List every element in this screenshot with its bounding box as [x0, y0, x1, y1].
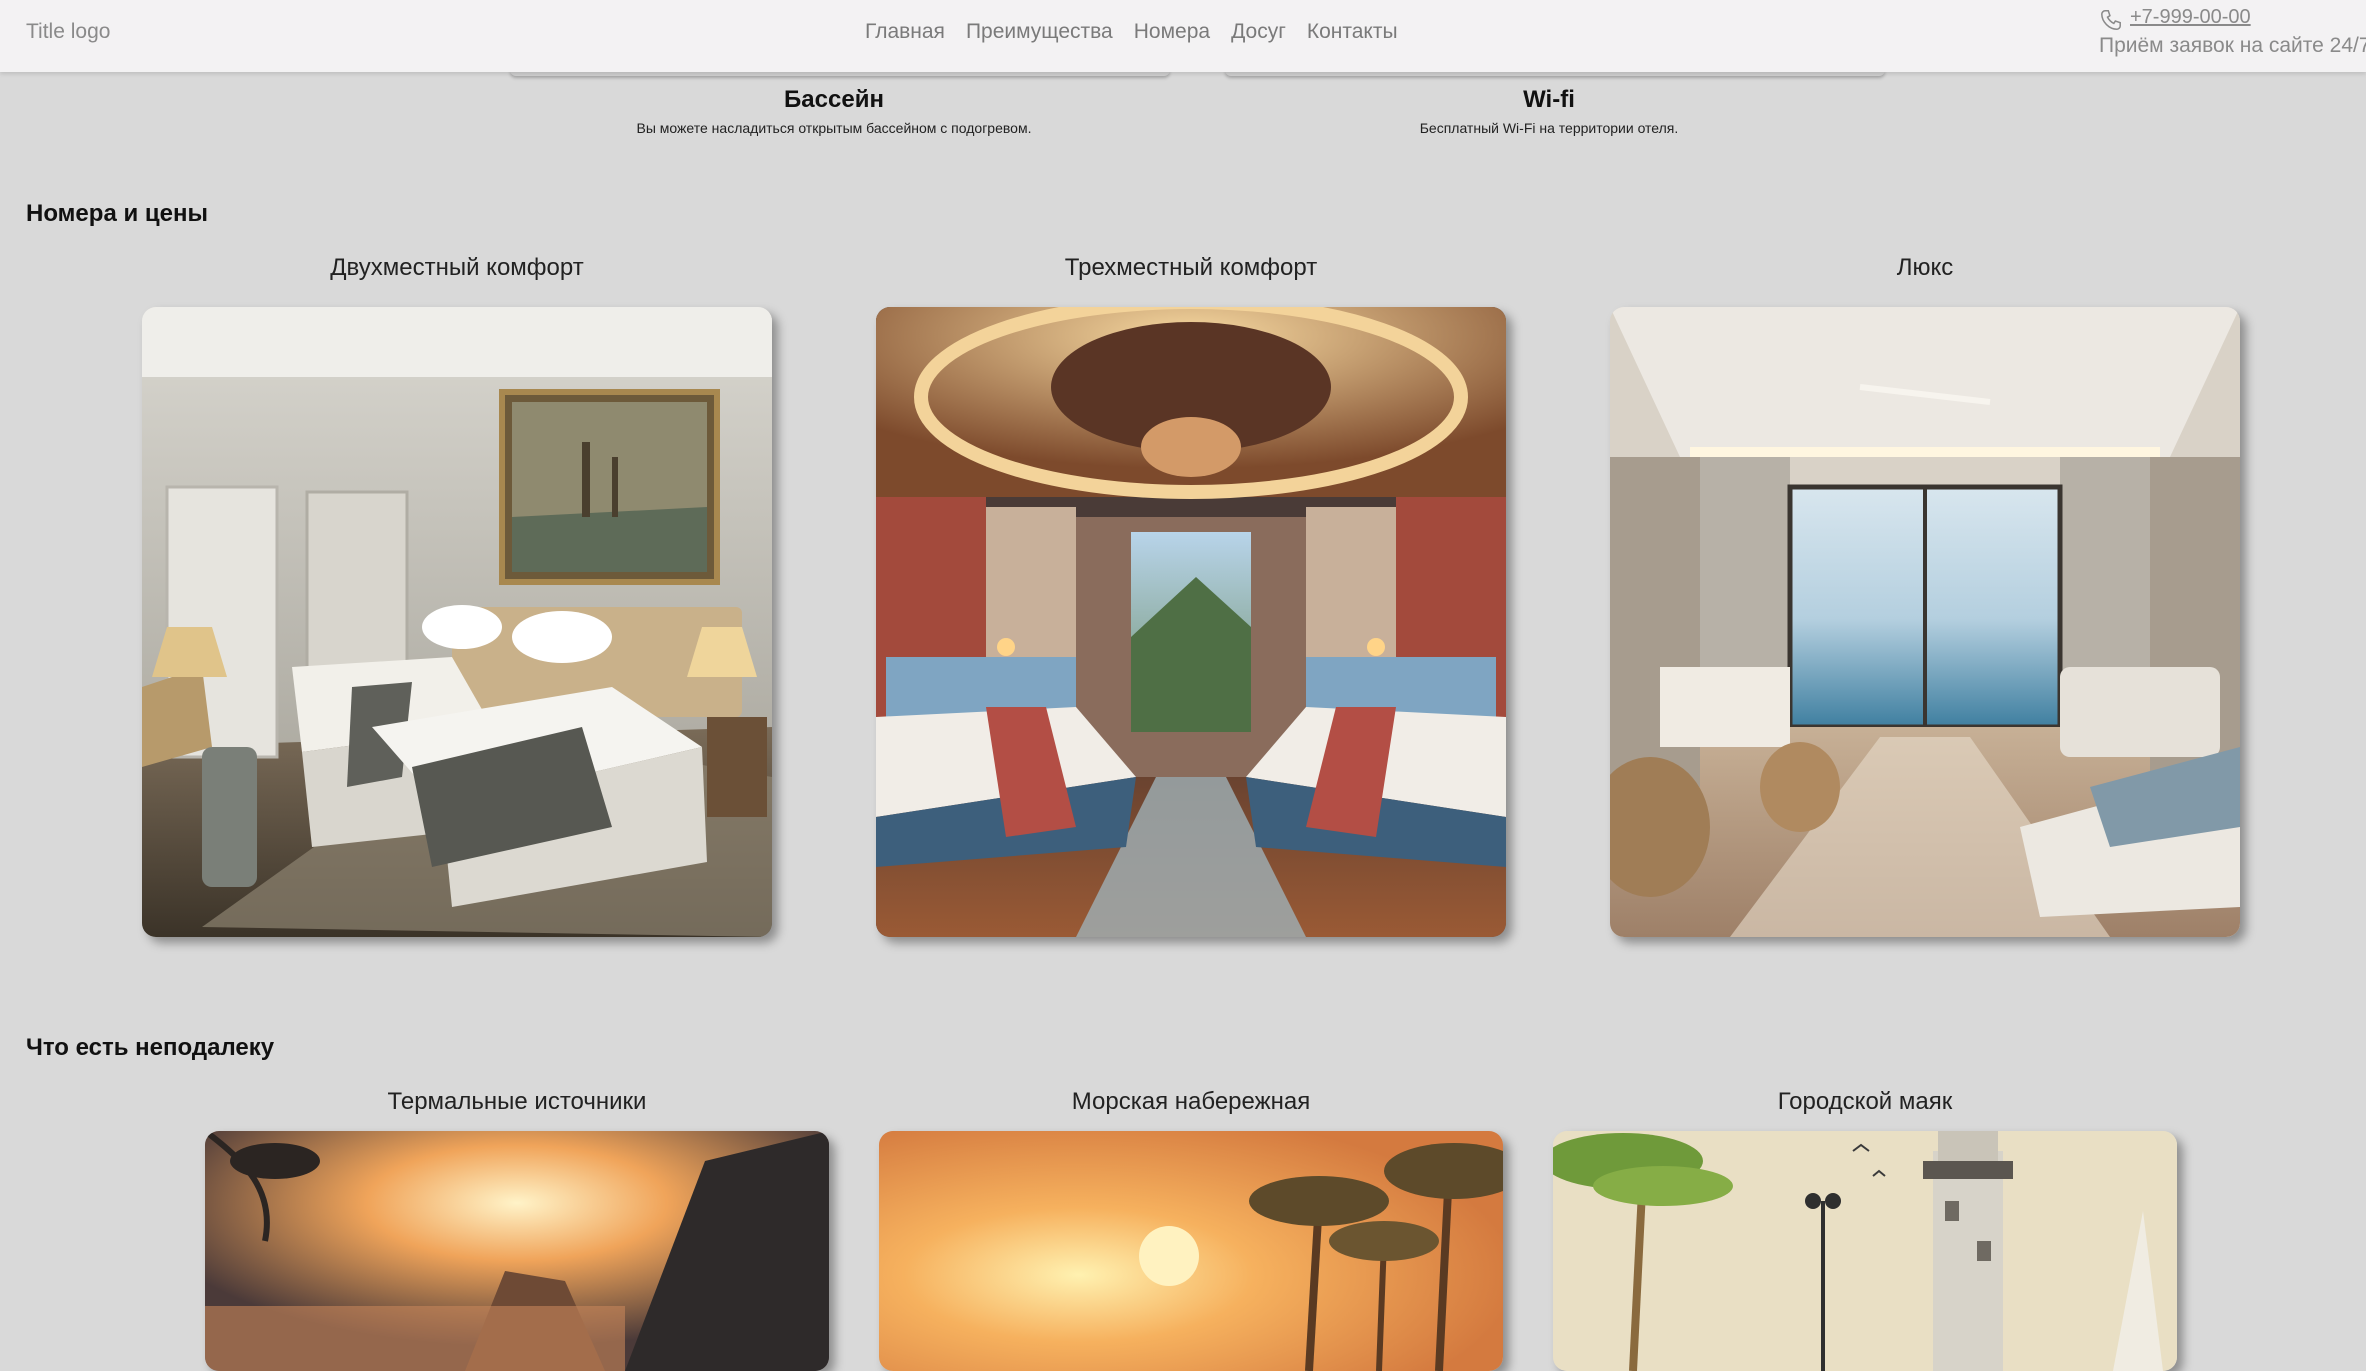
- feature-pool: Бассейн Вы можете насладиться открытым б…: [560, 86, 1108, 136]
- nearby-title: Городской маяк: [1777, 1088, 1953, 1115]
- room-title: Люкс: [1896, 254, 1954, 281]
- rooms-section-title: Номера и цены: [26, 200, 208, 227]
- nearby-section-title: Что есть неподалеку: [26, 1034, 275, 1061]
- feature-title: Wi-fi: [1523, 86, 1575, 113]
- feature-desc: Вы можете насладиться открытым бассейном…: [636, 120, 1032, 136]
- nav-rooms[interactable]: Номера: [1134, 20, 1210, 44]
- nearby-title: Морская набережная: [1071, 1088, 1311, 1115]
- phone-link[interactable]: +7-999-00-00: [2130, 6, 2251, 29]
- site-header: Title logo Главная Преимущества Номера Д…: [0, 0, 2366, 72]
- nearby-photo-lighthouse[interactable]: [1553, 1131, 2177, 1371]
- nearby-photo-embankment[interactable]: [879, 1131, 1503, 1371]
- nav-advantages[interactable]: Преимущества: [966, 20, 1113, 44]
- room-photo-double[interactable]: [142, 307, 772, 937]
- nearby-photo-thermal[interactable]: [205, 1131, 829, 1371]
- nav-leisure[interactable]: Досуг: [1231, 20, 1286, 44]
- phone-note: Приём заявок на сайте 24/7: [2099, 34, 2366, 57]
- main-nav: Главная Преимущества Номера Досуг Контак…: [865, 20, 1398, 44]
- nav-home[interactable]: Главная: [865, 20, 945, 44]
- room-title: Двухместный комфорт: [330, 254, 584, 281]
- nav-contacts[interactable]: Контакты: [1307, 20, 1398, 44]
- feature-desc: Бесплатный Wi-Fi на территории отеля.: [1419, 120, 1679, 136]
- room-photo-triple[interactable]: [876, 307, 1506, 937]
- room-photo-lux[interactable]: [1610, 307, 2240, 937]
- feature-title: Бассейн: [784, 86, 884, 113]
- room-title: Трехместный комфорт: [1064, 254, 1318, 281]
- nearby-title: Термальные источники: [387, 1088, 647, 1115]
- phone-icon: [2098, 7, 2124, 33]
- site-logo[interactable]: Title logo: [26, 20, 110, 44]
- feature-wifi: Wi-fi Бесплатный Wi-Fi на территории оте…: [1275, 86, 1823, 136]
